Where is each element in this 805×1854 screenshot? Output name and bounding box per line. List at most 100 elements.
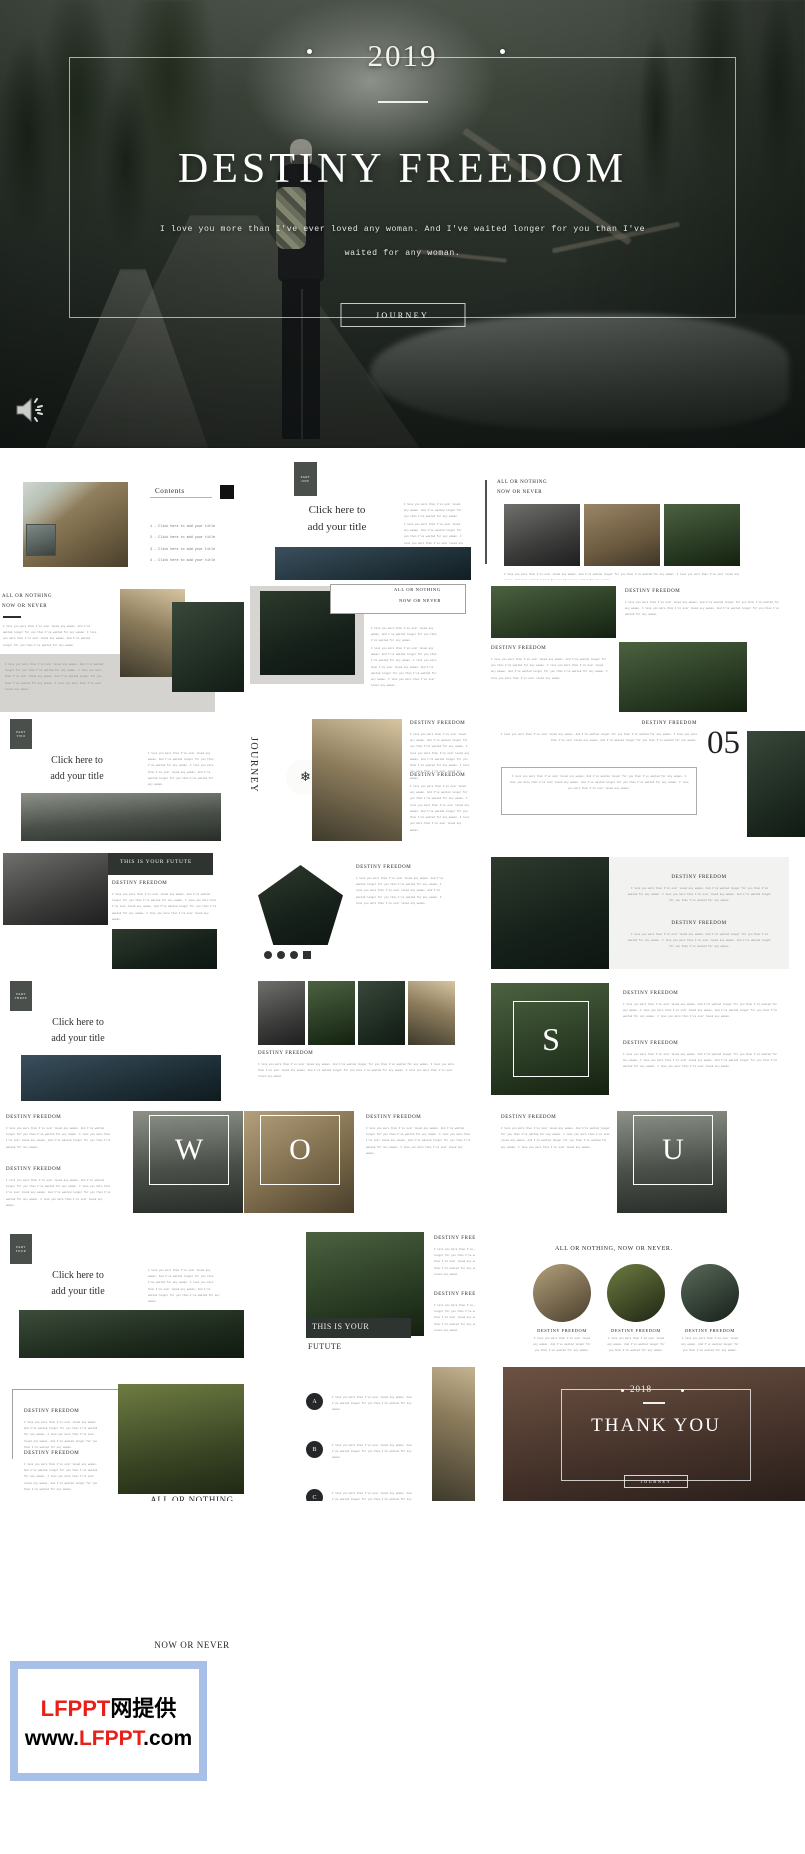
blue-paragraph-2: I love you more than I've ever loved any… — [627, 933, 772, 949]
letter-w-paragraph-1: I love you more than I've ever loved any… — [6, 1127, 111, 1149]
letter-u-label: U — [662, 1133, 684, 1166]
pentagon-paragraph: I love you more than I've ever loved any… — [356, 877, 444, 905]
letter-o-label: O — [289, 1133, 311, 1166]
future-portrait-paragraph-1: I love you more than I've ever loved any… — [434, 1248, 475, 1276]
deer-heading-2: NOW OR NEVER — [399, 598, 442, 603]
contents-heading: Contents — [155, 487, 185, 495]
corn-caption-1: ALL OR NOTHING — [150, 1495, 234, 1501]
slide-row-1: Contents 1 - Click here to add your titl… — [0, 462, 805, 592]
letter-u-paragraph: I love you more than I've ever loved any… — [501, 1127, 610, 1149]
facebook-icon[interactable] — [303, 951, 311, 959]
slide-corn-field[interactable]: DESTINY FREEDOM I love you more than I'v… — [0, 1367, 244, 1501]
blue-paragraph-1: I love you more than I've ever loved any… — [627, 887, 772, 903]
bullet-text-b: I love you more than I've ever loved any… — [332, 1444, 412, 1460]
slide-pentagon[interactable]: DESTINY FREEDOM I love you more than I'v… — [244, 851, 475, 973]
slide-part-three[interactable]: PART THREE Click here to add your title — [0, 979, 244, 1103]
slide-row-2: ALL OR NOTHING NOW OR NEVER I love you m… — [0, 584, 805, 719]
slide-paragraph-3: I love you more than I've ever loved any… — [504, 573, 740, 580]
watermark-line2-post: .com — [143, 1727, 193, 1750]
snowflake-icon: ❄ — [300, 769, 311, 784]
num-paragraph-2: I love you more than I've ever loved any… — [509, 775, 689, 791]
part-four-line2: FOUR — [15, 1249, 27, 1253]
slide-letter-w[interactable]: DESTINY FREEDOM I love you more than I'v… — [0, 1109, 244, 1227]
circle-caption-1: DESTINY FREEDOM — [537, 1328, 587, 1333]
part-two-click-line: Click here to — [51, 755, 103, 766]
journey-heading-1: DESTINY FREEDOM — [410, 721, 466, 726]
corn-paragraph-2: I love you more than I've ever loved any… — [24, 1463, 98, 1491]
corn-heading-2: DESTINY FREEDOM — [24, 1451, 80, 1456]
thank-you-journey-button[interactable]: JOURNEY — [624, 1475, 688, 1488]
collage-paragraph-1: I love you more than I've ever loved any… — [3, 625, 97, 647]
part-two-title-line: add your title — [50, 771, 104, 782]
slide-deer[interactable]: ALL OR NOTHING NOW OR NEVER I love you m… — [244, 584, 475, 712]
deer-heading-1: ALL OR NOTHING — [394, 587, 441, 592]
slide-number-label: 05 — [707, 725, 740, 761]
contents-item-3[interactable]: 3 - Click here to add your title — [150, 547, 220, 553]
hero-subtitle-line2: waited for any woman. — [344, 248, 461, 258]
part-badge-one: PART ONE — [294, 462, 317, 496]
letter-w-label: W — [174, 1133, 204, 1166]
part-badge-four: PART FOUR — [10, 1234, 32, 1264]
circle-caption-3: DESTINY FREEDOM — [685, 1328, 735, 1333]
hero-divider — [377, 101, 428, 103]
letter-w-heading-1: DESTINY FREEDOM — [6, 1115, 62, 1120]
future-portrait-paragraph-2: I love you more than I've ever loved any… — [434, 1304, 475, 1332]
slide-row-4: THIS IS YOUR FUTUTE DESTINY FREEDOM I lo… — [0, 851, 805, 981]
slide-three-circles[interactable]: ALL OR NOTHING, NOW OR NEVER. DESTINY FR… — [475, 1232, 805, 1360]
hero-title: DESTINY FREEDOM — [177, 146, 628, 192]
circle-photo-1 — [533, 1264, 591, 1322]
hero-journey-button[interactable]: JOURNEY — [340, 303, 465, 327]
deer-paragraph-2: I love you more than I've ever loved any… — [371, 647, 437, 688]
heading-all-or-nothing: ALL OR NOTHING — [497, 480, 548, 485]
slide-two-photos-text[interactable]: DESTINY FREEDOM I love you more than I'v… — [475, 584, 805, 712]
circles-heading: ALL OR NOTHING, NOW OR NEVER. — [555, 1246, 673, 1252]
slide-part-two[interactable]: PART TWO Click here to add your title I … — [0, 715, 244, 847]
slide-number-05[interactable]: DESTINY FREEDOM I love you more than I'v… — [475, 715, 805, 847]
slide-four-photos[interactable]: DESTINY FREEDOM I love you more than I'v… — [244, 979, 475, 1103]
slide-part-four[interactable]: PART FOUR Click here to add your title I… — [0, 1232, 244, 1360]
num-paragraph-1: I love you more than I've ever loved any… — [500, 733, 697, 743]
thank-you-title: THANK YOU — [591, 1415, 721, 1436]
slide-all-or-nothing[interactable]: ALL OR NOTHING NOW OR NEVER I love you m… — [475, 462, 805, 580]
part-three-title: Click here to add your title — [51, 1017, 105, 1044]
weibo-icon[interactable] — [277, 951, 285, 959]
part-two-paragraph: I love you more than I've ever loved any… — [148, 752, 214, 787]
contents-item-1[interactable]: 1 - Click here to add your title — [150, 524, 220, 530]
contents-square-accent — [220, 485, 234, 499]
slide-future-portrait[interactable]: THIS IS YOUR FUTUTE DESTINY FREEDOM I lo… — [244, 1232, 475, 1360]
future-paragraph: I love you more than I've ever loved any… — [112, 893, 217, 921]
slide-row-3: PART TWO Click here to add your title I … — [0, 715, 805, 855]
heading-now-or-never: NOW OR NEVER — [497, 490, 543, 495]
contents-list: 1 - Click here to add your title 2 - Cli… — [150, 524, 220, 565]
contents-item-4[interactable]: 4 - Click here to add your title — [150, 558, 220, 564]
bullet-badge-a: A — [306, 1393, 323, 1410]
journey-vertical-label: JOURNEY — [248, 737, 259, 794]
slide-part-one[interactable]: PART ONE Click here to add your title I … — [244, 462, 475, 580]
bullet-text-c: I love you more than I've ever loved any… — [332, 1492, 412, 1501]
slide-abc-bullets[interactable]: A I love you more than I've ever loved a… — [244, 1367, 475, 1501]
contents-item-2[interactable]: 2 - Click here to add your title — [150, 535, 220, 541]
qq-icon[interactable] — [290, 951, 298, 959]
add-title-line: add your title — [307, 520, 367, 533]
bullet-badge-c: C — [306, 1489, 323, 1501]
wechat-icon[interactable] — [264, 951, 272, 959]
slide-title-block: Click here to add your title — [282, 502, 392, 535]
slide-contents[interactable]: Contents 1 - Click here to add your titl… — [0, 462, 244, 580]
slide-this-is-your-future[interactable]: THIS IS YOUR FUTUTE DESTINY FREEDOM I lo… — [0, 851, 244, 973]
speaker-icon[interactable] — [14, 396, 46, 424]
hero-banner: 2019 DESTINY FREEDOM I love you more tha… — [0, 0, 805, 448]
slide-thank-you[interactable]: 2018 THANK YOU JOURNEY — [475, 1367, 805, 1501]
blue-heading-1: DESTINY FREEDOM — [671, 875, 727, 880]
circle-paragraph-3: I love you more than I've ever loved any… — [681, 1337, 739, 1353]
slide-letter-s[interactable]: S DESTINY FREEDOM I love you more than I… — [475, 979, 805, 1103]
hero-year: 2019 — [367, 38, 438, 73]
slide-letter-u[interactable]: DESTINY FREEDOM I love you more than I'v… — [475, 1109, 805, 1227]
slide-journey[interactable]: JOURNEY ❄ DESTINY FREEDOM I love you mor… — [244, 715, 475, 847]
slide-letter-o[interactable]: O DESTINY FREEDOM I love you more than I… — [244, 1109, 475, 1227]
pentagon-heading: DESTINY FREEDOM — [356, 865, 412, 870]
watermark-line1-black: 网提供 — [110, 1696, 177, 1721]
slide-collage[interactable]: ALL OR NOTHING NOW OR NEVER I love you m… — [0, 584, 244, 712]
watermark-line2-pre: www. — [24, 1727, 79, 1750]
slide-blue-figure[interactable]: DESTINY FREEDOM I love you more than I'v… — [475, 851, 805, 973]
dual-paragraph-1: I love you more than I've ever loved any… — [625, 601, 780, 617]
